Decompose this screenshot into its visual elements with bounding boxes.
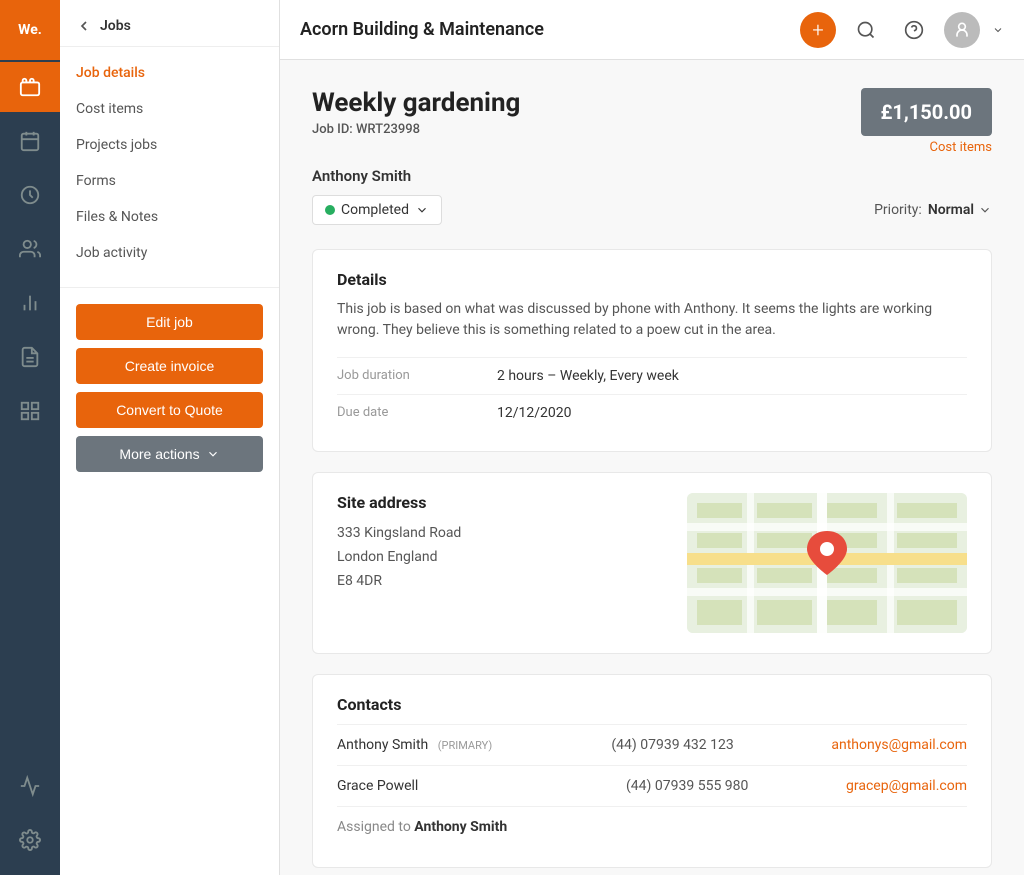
contact-email-1[interactable]: gracep@gmail.com <box>846 778 967 794</box>
site-address-text: 333 Kingsland Road London England E8 4DR <box>337 522 663 593</box>
contact-row-0: Anthony Smith (PRIMARY) (44) 07939 432 1… <box>337 724 967 765</box>
duration-label: Job duration <box>337 368 497 384</box>
sidebar-divider <box>60 287 279 288</box>
priority-value: Normal <box>928 202 974 218</box>
cost-amount: £1,150.00 <box>861 88 992 136</box>
contact-row-1: Grace Powell (44) 07939 555 980 gracep@g… <box>337 765 967 806</box>
back-to-jobs[interactable]: Jobs <box>60 0 279 47</box>
company-name: Acorn Building & Maintenance <box>300 19 788 40</box>
create-invoice-button[interactable]: Create invoice <box>76 348 263 384</box>
main-content: Weekly gardening Job ID: WRT23998 £1,150… <box>280 60 1024 875</box>
help-icon <box>904 20 924 40</box>
details-section: Details This job is based on what was di… <box>312 249 992 452</box>
duration-value: 2 hours – Weekly, Every week <box>497 368 679 384</box>
map-svg <box>687 493 967 633</box>
edit-job-button[interactable]: Edit job <box>76 304 263 340</box>
user-avatar[interactable] <box>944 12 980 48</box>
job-assignee: Anthony Smith <box>312 167 992 185</box>
chevron-down-icon <box>206 447 220 461</box>
nav-icon-reports[interactable] <box>0 278 60 328</box>
job-id-value: WRT23998 <box>356 122 420 137</box>
back-arrow-icon <box>76 18 92 34</box>
cost-box: £1,150.00 Cost items <box>861 88 992 155</box>
convert-to-quote-button[interactable]: Convert to Quote <box>76 392 263 428</box>
assigned-row: Assigned to Anthony Smith <box>337 806 967 847</box>
more-actions-button[interactable]: More actions <box>76 436 263 472</box>
status-label: Completed <box>341 202 409 218</box>
priority-dropdown[interactable]: Normal <box>928 202 992 218</box>
contact-phone-1: (44) 07939 555 980 <box>626 778 846 794</box>
back-label: Jobs <box>100 18 131 34</box>
avatar-chevron-icon[interactable] <box>992 24 1004 36</box>
nav-icon-invoices[interactable] <box>0 332 60 382</box>
site-title: Site address <box>337 493 663 512</box>
map-placeholder[interactable] <box>687 493 967 633</box>
site-line2: London England <box>337 546 663 570</box>
contact-name-1: Grace Powell <box>337 778 626 794</box>
search-button[interactable] <box>848 12 884 48</box>
main-wrapper: Acorn Building & Maintenance + Weekly ga… <box>280 0 1024 875</box>
contact-email-0[interactable]: anthonys@gmail.com <box>831 737 967 753</box>
nav-icon-contacts[interactable] <box>0 224 60 274</box>
top-header: Acorn Building & Maintenance + <box>280 0 1024 60</box>
job-id: Job ID: WRT23998 <box>312 122 520 137</box>
add-button[interactable]: + <box>800 12 836 48</box>
sidebar-item-cost-items[interactable]: Cost items <box>60 91 279 127</box>
nav-icon-calendar[interactable] <box>0 116 60 166</box>
nav-icon-settings[interactable] <box>0 823 60 873</box>
cost-items-link[interactable]: Cost items <box>861 140 992 155</box>
sidebar-item-files-notes[interactable]: Files & Notes <box>60 199 279 235</box>
app-logo: We. <box>0 0 60 60</box>
details-title: Details <box>337 270 967 289</box>
sidebar-item-projects-jobs[interactable]: Projects jobs <box>60 127 279 163</box>
job-status-row: Completed Priority: Normal <box>312 195 992 225</box>
nav-icon-history[interactable] <box>0 170 60 220</box>
nav-icon-jobs[interactable] <box>0 62 60 112</box>
site-line3: E8 4DR <box>337 570 663 594</box>
sidebar-item-job-activity[interactable]: Job activity <box>60 235 279 271</box>
sidebar-item-forms[interactable]: Forms <box>60 163 279 199</box>
nav-icon-analytics[interactable] <box>0 769 60 819</box>
priority-label: Priority: <box>874 202 922 218</box>
site-line1: 333 Kingsland Road <box>337 522 663 546</box>
job-title: Weekly gardening <box>312 88 520 118</box>
sidebar-action-buttons: Edit job Create invoice Convert to Quote… <box>60 296 279 480</box>
contact-badge-0: (PRIMARY) <box>438 739 492 752</box>
sidebar-item-job-details[interactable]: Job details <box>60 55 279 91</box>
job-header: Weekly gardening Job ID: WRT23998 £1,150… <box>312 88 992 155</box>
contact-name-0: Anthony Smith (PRIMARY) <box>337 737 611 753</box>
priority-section: Priority: Normal <box>874 202 992 218</box>
due-date-value: 12/12/2020 <box>497 405 572 421</box>
sidebar: Jobs Job details Cost items Projects job… <box>60 0 280 875</box>
search-icon <box>856 20 876 40</box>
assigned-to: Anthony Smith <box>414 819 507 835</box>
due-date-row: Due date 12/12/2020 <box>337 394 967 431</box>
contact-phone-0: (44) 07939 432 123 <box>611 737 831 753</box>
due-date-label: Due date <box>337 405 497 421</box>
nav-icon-templates[interactable] <box>0 386 60 436</box>
status-chevron-icon <box>415 203 429 217</box>
site-address-section: Site address 333 Kingsland Road London E… <box>312 472 992 654</box>
sidebar-nav: Job details Cost items Projects jobs For… <box>60 47 279 279</box>
details-description: This job is based on what was discussed … <box>337 299 967 341</box>
priority-chevron-icon <box>978 203 992 217</box>
contacts-section: Contacts Anthony Smith (PRIMARY) (44) 07… <box>312 674 992 868</box>
help-button[interactable] <box>896 12 932 48</box>
duration-row: Job duration 2 hours – Weekly, Every wee… <box>337 357 967 394</box>
contacts-title: Contacts <box>337 695 967 714</box>
status-badge[interactable]: Completed <box>312 195 442 225</box>
icon-bar: We. <box>0 0 60 875</box>
site-info: Site address 333 Kingsland Road London E… <box>337 493 663 633</box>
status-dot <box>325 205 335 215</box>
